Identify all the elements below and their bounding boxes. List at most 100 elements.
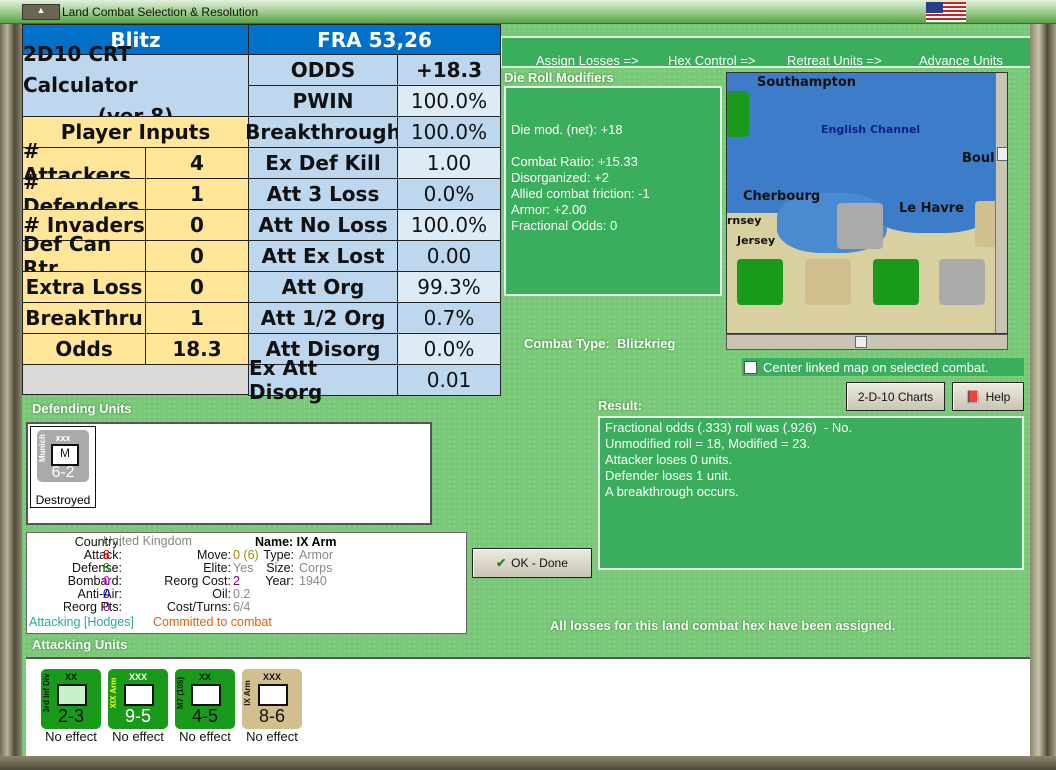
unit-counter: XX M7 (105) 4-5 (175, 669, 235, 729)
defending-unit[interactable]: xxx M Munich 6-2 Destroyed (30, 426, 96, 508)
unit-symbol-icon (57, 684, 87, 706)
input-value[interactable]: 4 (145, 147, 249, 179)
die-mod-line: Die mod. (net): +18 (511, 122, 623, 137)
die-mod-line: Combat Ratio: +15.33 (511, 154, 638, 169)
result-line: Fractional odds (.333) roll was (.926) -… (605, 420, 853, 435)
unit-counter: XXX XIX Arm 9-5 (108, 669, 168, 729)
unit-counter: xxx M Munich 6-2 (37, 430, 89, 482)
attack-value: 8 (103, 548, 110, 562)
unit-symbol-icon (124, 684, 154, 706)
result-line: Attacker loses 0 units. (605, 452, 733, 467)
unit-name-value: Name: IX Arm (255, 535, 337, 549)
help-book-icon: 📕 (965, 389, 981, 404)
result-label: PWIN (248, 85, 398, 117)
result-value: 1.00 (397, 147, 501, 179)
step-assign-losses[interactable]: Assign Losses => (536, 53, 639, 68)
map-label: Le Havre (899, 201, 964, 216)
result-value: 100.0% (397, 85, 501, 117)
result-line: Unmodified roll = 18, Modified = 23. (605, 436, 811, 451)
mini-map[interactable]: Southampton English Channel Boulo Cherbo… (726, 72, 1008, 334)
map-counter[interactable] (939, 259, 985, 305)
scroll-thumb[interactable] (997, 147, 1007, 161)
size-key: Size: (266, 561, 294, 575)
ok-button-label: OK - Done (511, 556, 568, 570)
charts-button-label: 2-D-10 Charts (857, 389, 934, 404)
attacking-unit[interactable]: XXX IX Arm 8-6 No effect (237, 667, 307, 753)
defending-units-box: xxx M Munich 6-2 Destroyed (26, 422, 432, 525)
step-hex-control[interactable]: Hex Control => (668, 53, 755, 68)
input-value[interactable]: 1 (145, 178, 249, 210)
input-label: # Defenders (22, 170, 146, 218)
result-title: Result: (598, 398, 643, 413)
input-label: BreakThru (22, 302, 146, 334)
unit-symbol-icon (258, 684, 288, 706)
attacking-unit[interactable]: XX 3rd Inf Div 2-3 No effect (36, 667, 106, 753)
type-key: Type: (263, 548, 294, 562)
step-advance-units[interactable]: Advance Units (919, 53, 1003, 68)
help-button-label: Help (985, 389, 1011, 404)
map-counter[interactable] (873, 259, 919, 305)
die-mod-line (511, 138, 715, 154)
unit-symbol-icon (191, 684, 221, 706)
bombard-key: Bombard: (67, 574, 122, 588)
reorgpts-value: 0 (103, 600, 110, 614)
die-mod-line: Allied combat friction: -1 (511, 186, 650, 201)
map-counter[interactable] (837, 203, 883, 249)
ok-done-button[interactable]: ✔ OK - Done (472, 548, 592, 578)
result-value: 0.0% (397, 333, 501, 365)
map-vertical-scrollbar[interactable] (995, 73, 1007, 333)
step-bar: Assign Losses => Hex Control => Retreat … (500, 36, 1030, 68)
help-button[interactable]: 📕 Help (952, 382, 1024, 411)
input-label: Extra Loss (22, 271, 146, 303)
input-value[interactable]: 0 (145, 209, 249, 241)
attacking-title: Attacking Units (32, 637, 128, 652)
result-label: Att No Loss (248, 209, 398, 241)
size-value: Corps (299, 561, 333, 575)
attacking-unit[interactable]: XXX XIX Arm 9-5 No effect (103, 667, 173, 753)
input-value[interactable]: 18.3 (145, 333, 249, 365)
defending-title: Defending Units (32, 401, 132, 416)
map-counter[interactable] (737, 259, 783, 305)
center-map-label: Center linked map on selected combat. (763, 359, 989, 375)
elite-value: Yes (233, 561, 254, 575)
combat-type-value: Blitzkrieg (616, 336, 676, 351)
input-value[interactable]: 0 (145, 240, 249, 272)
result-value: 99.3% (397, 271, 501, 303)
move-key: Move: (196, 548, 231, 562)
map-counter[interactable] (727, 91, 749, 137)
result-value: +18.3 (397, 54, 501, 86)
result-label: Att 1/2 Org (248, 302, 398, 334)
title-bar: ▲ Land Combat Selection & Resolution (0, 0, 1056, 24)
charts-button[interactable]: 2-D-10 Charts (846, 382, 945, 411)
calc-title-line1: 2D10 CRT Calculator (23, 42, 138, 97)
scroll-thumb[interactable] (855, 336, 867, 348)
window-title: Land Combat Selection & Resolution (62, 5, 259, 19)
year-key: Year: (265, 574, 294, 588)
unit-status: Destroyed (35, 493, 91, 507)
right-frame (1030, 24, 1056, 770)
center-map-checkbox[interactable] (744, 360, 757, 374)
input-label: Def Can Rtr (22, 232, 146, 280)
input-value[interactable]: 1 (145, 302, 249, 334)
map-counter[interactable] (805, 259, 851, 305)
left-frame (0, 24, 22, 770)
oil-value: 0.2 (233, 587, 251, 601)
map-label: Southampton (757, 75, 857, 90)
map-label: rnsey (727, 214, 762, 227)
input-value[interactable]: 0 (145, 271, 249, 303)
unit-symbol: M (51, 444, 79, 466)
attacking-unit[interactable]: XX M7 (105) 4-5 No effect (170, 667, 240, 753)
unit-status: No effect (45, 729, 97, 744)
country-value: United Kingdom (103, 534, 192, 548)
map-horizontal-scrollbar[interactable] (726, 334, 1008, 350)
bombard-value: 0 (103, 574, 110, 588)
center-map-option[interactable]: Center linked map on selected combat. (742, 358, 1024, 376)
antiair-key: Anti-Air: (77, 587, 122, 601)
result-label: Att Ex Lost (248, 240, 398, 272)
collapse-button[interactable]: ▲ (22, 4, 60, 20)
reorgcost-value: 2 (233, 574, 240, 588)
cost-key: Cost/Turns: (166, 600, 231, 614)
step-retreat-units[interactable]: Retreat Units => (787, 53, 882, 68)
crt-header-right: FRA 53,26 (248, 24, 501, 55)
die-mod-line: Fractional Odds: 0 (511, 218, 618, 233)
